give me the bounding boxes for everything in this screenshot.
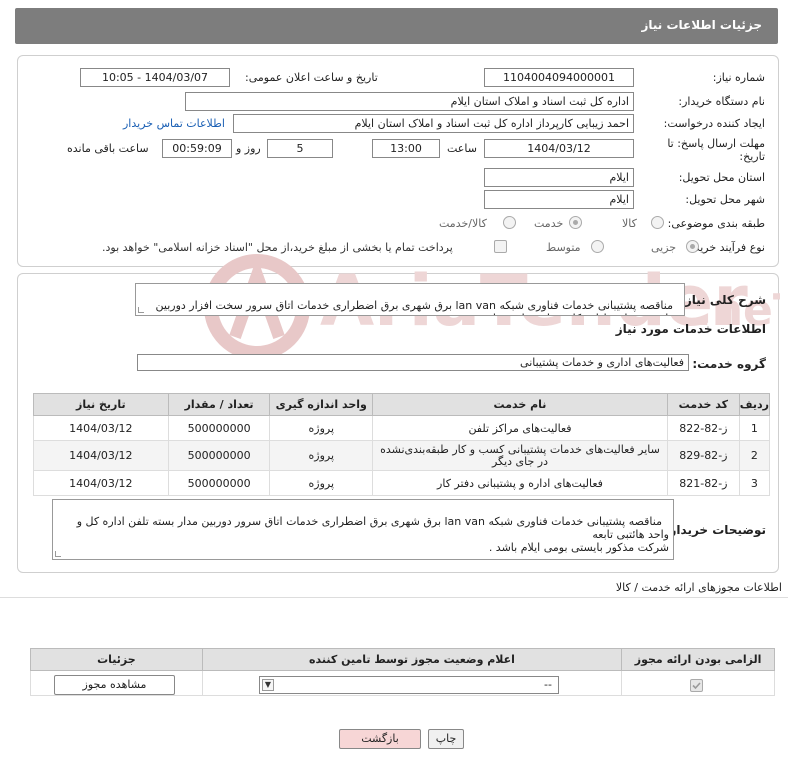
col-permit-details: جزئیات (30, 648, 203, 671)
col-permit-required: الزامی بودن ارائه مجوز (621, 648, 775, 671)
row-index: 2 (738, 440, 771, 471)
process-minor-radio[interactable] (686, 240, 699, 253)
row-unit: پروژه (269, 470, 374, 496)
permits-section-title: اطلاعات مجوزهای ارائه خدمت / کالا (615, 581, 782, 594)
treasury-payment-checkbox[interactable] (494, 240, 507, 253)
days-label: روز و (236, 142, 261, 155)
province-field: ایلام (484, 168, 634, 187)
col-service-code: کد خدمت (666, 393, 740, 416)
row-unit: پروژه (269, 440, 374, 471)
buyer-notes-textarea[interactable]: مناقصه پشتیبانی خدمات فناوری شبکه lan va… (52, 499, 674, 560)
row-code: ز-82-821 (666, 470, 740, 496)
row-index: 3 (738, 470, 771, 496)
row-index: 1 (738, 415, 771, 441)
buyer-org-field: اداره کل ثبت اسناد و املاک استان ایلام (185, 92, 634, 111)
category-goods-label: کالا (622, 217, 637, 230)
category-service-label: خدمت (534, 217, 564, 230)
deadline-time-field: 13:00 (372, 139, 440, 158)
table-row: 2 ز-82-829 سایر فعالیت‌های خدمات پشتیبان… (33, 440, 771, 471)
buyer-contact-link[interactable]: اطلاعات تماس خریدار (123, 117, 225, 130)
resize-grip-icon[interactable] (138, 307, 144, 313)
city-label: شهر محل تحویل: (685, 193, 765, 206)
category-goods-service-radio[interactable] (503, 216, 516, 229)
category-service-radio[interactable] (569, 216, 582, 229)
city-field: ایلام (484, 190, 634, 209)
services-table-header: ردیف کد خدمت نام خدمت واحد اندازه گیری ت… (33, 393, 771, 416)
deadline-date-field: 1404/03/12 (484, 139, 634, 158)
process-medium-radio[interactable] (591, 240, 604, 253)
service-group-label: گروه خدمت: (692, 357, 766, 371)
row-date: 1404/03/12 (33, 470, 169, 496)
province-label: استان محل تحویل: (678, 171, 765, 184)
check-icon (692, 682, 701, 690)
permit-status-value: -- (544, 678, 552, 691)
category-goods-radio[interactable] (651, 216, 664, 229)
remaining-time-label: ساعت باقی مانده (67, 142, 149, 155)
print-button[interactable]: چاپ (428, 729, 464, 749)
row-date: 1404/03/12 (33, 415, 169, 441)
need-number-field: 1104004094000001 (484, 68, 634, 87)
row-code: ز-82-822 (666, 415, 740, 441)
row-qty: 500000000 (167, 440, 271, 471)
deadline-time-label: ساعت (447, 142, 477, 155)
services-table: ردیف کد خدمت نام خدمت واحد اندازه گیری ت… (33, 393, 771, 496)
treasury-payment-note: پرداخت تمام یا بخشی از مبلغ خرید،از محل … (102, 241, 453, 254)
page-header: جزئیات اطلاعات نیاز (15, 8, 778, 44)
resize-grip-icon[interactable] (55, 551, 61, 557)
col-need-date: تاریخ نیاز (33, 393, 169, 416)
col-unit: واحد اندازه گیری (269, 393, 374, 416)
col-row: ردیف (738, 393, 771, 416)
row-name: فعالیت‌های مراکز تلفن (372, 415, 668, 441)
view-permit-button[interactable]: مشاهده مجوز (54, 675, 175, 695)
row-qty: 500000000 (167, 470, 271, 496)
requester-field: احمد زیبایی کارپرداز اداره کل ثبت اسناد … (233, 114, 634, 133)
process-minor-label: جزیی (651, 241, 677, 254)
section-divider (0, 597, 788, 598)
need-summary-label: شرح کلی نیاز: (680, 293, 766, 307)
row-date: 1404/03/12 (33, 440, 169, 471)
permits-table-header: الزامی بودن ارائه مجوز اعلام وضعیت مجوز … (30, 648, 775, 671)
need-summary-text: مناقصه پشتیبانی خدمات فناوری شبکه lan va… (155, 299, 680, 315)
remaining-days-field: 5 (267, 139, 333, 158)
category-label: طبقه بندی موضوعی: (667, 217, 765, 230)
services-section-title: اطلاعات خدمات مورد نیاز (615, 322, 766, 336)
row-code: ز-82-829 (666, 440, 740, 471)
category-goods-service-label: کالا/خدمت (439, 217, 487, 230)
need-number-label: شماره نیاز: (712, 71, 765, 84)
process-medium-label: متوسط (546, 241, 581, 254)
service-group-field: فعالیت‌های اداری و خدمات پشتیبانی (137, 354, 689, 371)
page-title: جزئیات اطلاعات نیاز (641, 18, 762, 32)
permit-status-select[interactable]: -- ▼ (259, 676, 559, 694)
back-button[interactable]: بازگشت (339, 729, 421, 749)
permit-required-checkbox (690, 679, 703, 692)
col-service-name: نام خدمت (372, 393, 668, 416)
need-summary-textarea[interactable]: مناقصه پشتیبانی خدمات فناوری شبکه lan va… (135, 283, 685, 316)
announce-date-label: تاریخ و ساعت اعلان عمومی: (245, 71, 378, 84)
row-name: سایر فعالیت‌های خدمات پشتیبانی کسب و کار… (372, 440, 668, 471)
remaining-time-field: 00:59:09 (162, 139, 232, 158)
buyer-notes-text: مناقصه پشتیبانی خدمات فناوری شبکه lan va… (76, 515, 669, 554)
col-quantity: تعداد / مقدار (167, 393, 271, 416)
deadline-label: مهلت ارسال پاسخ: تا تاریخ: (667, 137, 765, 163)
buyer-org-label: نام دستگاه خریدار: (678, 95, 765, 108)
table-row: 3 ز-82-821 فعالیت‌های اداره و پشتیبانی د… (33, 470, 771, 496)
row-unit: پروژه (269, 415, 374, 441)
col-permit-status: اعلام وضعیت مجوز توسط تامین کننده (201, 648, 623, 671)
row-name: فعالیت‌های اداره و پشتیبانی دفتر کار (372, 470, 668, 496)
chevron-down-icon: ▼ (262, 679, 274, 691)
buyer-notes-label: توضیحات خریدار: (664, 523, 766, 537)
requester-label: ایجاد کننده درخواست: (663, 117, 765, 130)
row-qty: 500000000 (167, 415, 271, 441)
table-row: 1 ز-82-822 فعالیت‌های مراکز تلفن پروژه 5… (33, 415, 771, 441)
announce-date-field: 1404/03/07 - 10:05 (80, 68, 230, 87)
